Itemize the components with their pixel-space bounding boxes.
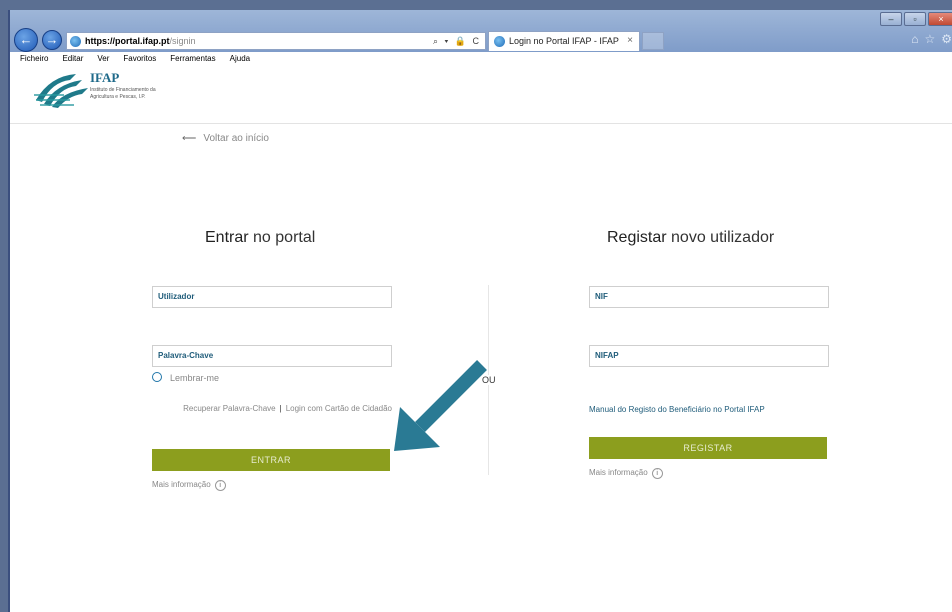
title-bar: – ▫ × ← → https://portal.ifap.pt/signin … <box>10 10 952 52</box>
ifap-logo-icon[interactable] <box>30 70 92 110</box>
login-page: ⟵ Voltar ao início Entrar no portal Utili… <box>10 125 952 612</box>
login-more-info-link[interactable]: Mais informação i <box>152 480 226 491</box>
register-button[interactable]: REGISTAR <box>589 437 827 459</box>
menu-item-editar[interactable]: Editar <box>62 54 83 63</box>
maximize-button[interactable]: ▫ <box>904 12 926 26</box>
menu-item-ficheiro[interactable]: Ficheiro <box>20 54 48 63</box>
register-heading-bold: Registar <box>607 229 667 246</box>
more-info-label: Mais informação <box>152 480 211 489</box>
back-link-label: Voltar ao início <box>203 133 269 144</box>
address-url: https://portal.ifap.pt/signin <box>85 36 196 46</box>
site-header: IFAP Instituto de Financiamento da Agric… <box>10 64 952 124</box>
forward-button[interactable]: → <box>42 30 62 50</box>
radio-circle-icon[interactable] <box>152 372 162 382</box>
menu-bar: Ficheiro Editar Ver Favoritos Ferramenta… <box>10 52 952 64</box>
logo-name: IFAP <box>90 70 120 85</box>
address-tools-icons[interactable]: ⌕ ▾ 🔒 C <box>433 33 481 49</box>
username-input[interactable]: Utilizador <box>152 286 392 308</box>
more-info-label: Mais informação <box>589 468 648 477</box>
recover-password-link[interactable]: Recuperar Palavra-Chave <box>183 404 276 413</box>
logo-subtitle: Instituto de Financiamento da Agricultur… <box>90 87 156 100</box>
annotation-arrow-icon <box>394 360 487 451</box>
login-heading-bold: Entrar <box>205 229 249 246</box>
remember-me-toggle[interactable]: Lembrar-me <box>152 372 219 383</box>
home-icon[interactable]: ⌂ <box>911 32 918 46</box>
url-path: /signin <box>169 36 196 46</box>
remember-me-label: Lembrar-me <box>170 373 220 383</box>
browser-toolbar: ⌂ ☆ ⚙ <box>911 32 952 46</box>
settings-gear-icon[interactable]: ⚙ <box>941 32 952 46</box>
back-arrow-icon: ← <box>19 32 33 47</box>
info-icon: i <box>651 468 663 479</box>
menu-item-ver[interactable]: Ver <box>97 54 109 63</box>
forward-arrow-icon: → <box>45 32 59 47</box>
nifap-input[interactable]: NIFAP <box>589 345 829 367</box>
site-globe-icon <box>70 36 81 47</box>
link-separator: | <box>279 404 282 413</box>
nif-input[interactable]: NIF <box>589 286 829 308</box>
register-more-info-link[interactable]: Mais informação i <box>589 468 663 479</box>
minimize-button[interactable]: – <box>880 12 902 26</box>
register-heading-rest: novo utilizador <box>666 229 775 246</box>
favorites-star-icon[interactable]: ☆ <box>924 32 935 46</box>
registration-manual-link[interactable]: Manual do Registo do Beneficiário no Por… <box>589 405 765 414</box>
password-input[interactable]: Palavra-Chave <box>152 345 392 367</box>
login-heading-rest: no portal <box>248 229 316 246</box>
back-button[interactable]: ← <box>14 28 38 52</box>
register-heading: Registar novo utilizador <box>607 229 774 247</box>
citizen-card-login-link[interactable]: Login com Cartão de Cidadão <box>286 404 392 413</box>
tab-favicon-icon <box>494 36 505 47</box>
menu-item-favoritos[interactable]: Favoritos <box>123 54 156 63</box>
login-heading: Entrar no portal <box>205 229 315 247</box>
menu-item-ajuda[interactable]: Ajuda <box>230 54 250 63</box>
recover-links: Recuperar Palavra-Chave | Login com Cartão… <box>182 403 392 415</box>
window-controls: – ▫ × <box>878 12 952 26</box>
menu-item-ferramentas[interactable]: Ferramentas <box>170 54 215 63</box>
left-arrow-icon: ⟵ <box>182 133 197 144</box>
browser-window: – ▫ × ← → https://portal.ifap.pt/signin … <box>8 10 952 612</box>
url-host: https://portal.ifap.pt <box>85 36 170 46</box>
back-to-home-link[interactable]: ⟵ Voltar ao início <box>182 133 269 144</box>
info-icon: i <box>214 480 226 491</box>
new-tab-button[interactable] <box>642 32 664 50</box>
tab-title: Login no Portal IFAP - IFAP <box>509 36 619 46</box>
address-bar[interactable]: https://portal.ifap.pt/signin ⌕ ▾ 🔒 C <box>66 32 486 50</box>
close-window-button[interactable]: × <box>928 12 952 26</box>
tab-close-icon[interactable]: × <box>627 32 633 50</box>
tab-login-portal[interactable]: Login no Portal IFAP - IFAP × <box>488 31 640 51</box>
enter-button[interactable]: ENTRAR <box>152 449 390 471</box>
